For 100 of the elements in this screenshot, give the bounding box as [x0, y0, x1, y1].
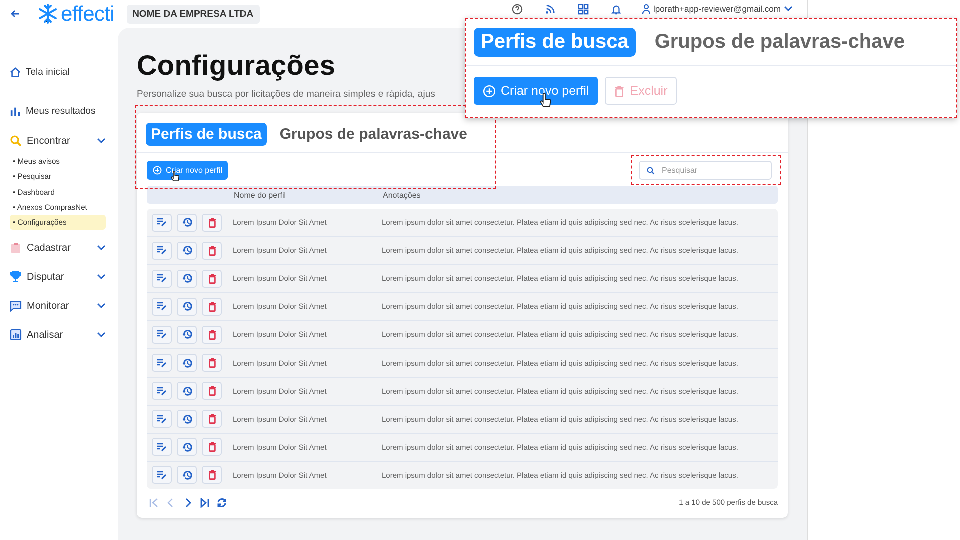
- trash-icon: [208, 414, 216, 424]
- delete-button[interactable]: [202, 214, 222, 232]
- history-button[interactable]: [177, 410, 197, 428]
- edit-icon: [157, 358, 167, 368]
- trash-icon: [208, 442, 216, 452]
- back-arrow-icon[interactable]: [10, 9, 20, 19]
- page-title: Configurações: [137, 49, 336, 83]
- history-icon: [182, 245, 192, 256]
- history-button[interactable]: [177, 214, 197, 232]
- edit-icon: [157, 470, 167, 480]
- history-button[interactable]: [177, 270, 197, 288]
- plus-circle-icon: [153, 166, 162, 175]
- edit-icon: [157, 218, 167, 228]
- history-icon: [182, 442, 192, 453]
- history-button[interactable]: [177, 466, 197, 484]
- user-icon: [642, 4, 651, 14]
- snowflake-logo-icon: [38, 4, 58, 24]
- trash-icon: [208, 302, 216, 312]
- plus-circle-icon: [483, 84, 496, 98]
- trash-icon: [208, 246, 216, 256]
- edit-button[interactable]: [152, 382, 172, 400]
- edit-icon: [157, 246, 167, 256]
- sidebar-group[interactable]: Monitorar: [10, 298, 106, 314]
- history-button[interactable]: [177, 438, 197, 456]
- trash-icon: [208, 330, 216, 340]
- brand-logo-text: effecti: [61, 4, 115, 24]
- chevron-down-icon[interactable]: [97, 274, 106, 280]
- delete-button[interactable]: [202, 298, 222, 316]
- search-field[interactable]: Pesquisar: [639, 161, 772, 180]
- history-icon: [182, 414, 192, 425]
- history-icon: [182, 301, 192, 312]
- delete-button[interactable]: [202, 438, 222, 456]
- edit-icon: [157, 414, 167, 424]
- chevron-down-icon[interactable]: [97, 303, 106, 310]
- history-button[interactable]: [177, 298, 197, 316]
- user-email[interactable]: lporath+app-reviewer@gmail.com: [654, 4, 781, 14]
- sidebar-group[interactable]: Encontrar: [10, 133, 106, 149]
- trash-icon: [208, 358, 216, 368]
- edit-icon: [157, 442, 167, 452]
- trash-icon: [614, 84, 626, 98]
- refresh-button[interactable]: [217, 498, 227, 508]
- sidebar-group[interactable]: Cadastrar: [10, 240, 106, 256]
- edit-icon: [157, 386, 167, 396]
- trophy-icon: [10, 271, 22, 284]
- bell-icon[interactable]: [610, 4, 622, 14]
- edit-button[interactable]: [152, 354, 172, 372]
- trash-icon: [208, 470, 216, 480]
- sidebar-item[interactable]: Tela inicial: [10, 64, 106, 80]
- report-chart-icon: [10, 329, 22, 342]
- next-page-button[interactable]: [183, 498, 193, 508]
- chat-icon: [10, 300, 22, 312]
- search-icon: [10, 135, 22, 147]
- history-icon: [182, 217, 192, 228]
- home-icon: [10, 66, 21, 78]
- chevron-down-icon[interactable]: [784, 6, 793, 12]
- edit-icon: [157, 274, 167, 284]
- history-button[interactable]: [177, 354, 197, 372]
- tab[interactable]: Grupos de palavras-chave: [274, 123, 472, 146]
- edit-button[interactable]: [152, 410, 172, 428]
- delete-button[interactable]: [202, 354, 222, 372]
- edit-icon: [157, 330, 167, 340]
- edit-button[interactable]: [152, 438, 172, 456]
- delete-button[interactable]: [202, 466, 222, 484]
- sidebar-item[interactable]: Meus resultados: [10, 103, 106, 119]
- tab[interactable]: Grupos de palavras-chave: [648, 28, 912, 57]
- chevron-down-icon[interactable]: [97, 138, 106, 144]
- history-icon: [182, 273, 192, 284]
- column-header: Nome do perfil: [234, 190, 288, 200]
- history-button[interactable]: [177, 326, 197, 344]
- clipboard-icon: [10, 242, 22, 254]
- sidebar-group[interactable]: Disputar: [10, 269, 106, 286]
- trash-icon: [208, 274, 216, 284]
- delete-button[interactable]: [202, 410, 222, 428]
- edit-button[interactable]: [152, 214, 172, 232]
- help-icon[interactable]: [512, 4, 523, 14]
- history-icon: [182, 329, 192, 340]
- edit-button[interactable]: [152, 242, 172, 260]
- trash-icon: [208, 218, 216, 228]
- edit-button[interactable]: [152, 466, 172, 484]
- company-name: NOME DA EMPRESA LTDA: [126, 4, 260, 24]
- last-page-button[interactable]: [200, 498, 210, 508]
- page-subtitle: Personalize sua busca por licitações de maneira simples e rápida, ajus: [137, 89, 436, 100]
- rss-icon[interactable]: [544, 4, 556, 14]
- history-icon: [182, 470, 192, 481]
- delete-button[interactable]: [202, 270, 222, 288]
- delete-button[interactable]: [202, 326, 222, 344]
- history-button[interactable]: [177, 242, 197, 260]
- chevron-down-icon[interactable]: [97, 332, 106, 338]
- edit-button[interactable]: [152, 326, 172, 344]
- bar-chart-icon: [10, 106, 21, 116]
- history-icon: [182, 386, 192, 397]
- grid-icon[interactable]: [578, 4, 589, 14]
- edit-button[interactable]: [152, 298, 172, 316]
- column-header: Anotações: [383, 190, 421, 200]
- history-button[interactable]: [177, 382, 197, 400]
- delete-button[interactable]: [202, 382, 222, 400]
- delete-button[interactable]: [202, 242, 222, 260]
- chevron-down-icon[interactable]: [97, 245, 106, 252]
- sidebar-group[interactable]: Analisar: [10, 327, 106, 344]
- edit-button[interactable]: [152, 270, 172, 288]
